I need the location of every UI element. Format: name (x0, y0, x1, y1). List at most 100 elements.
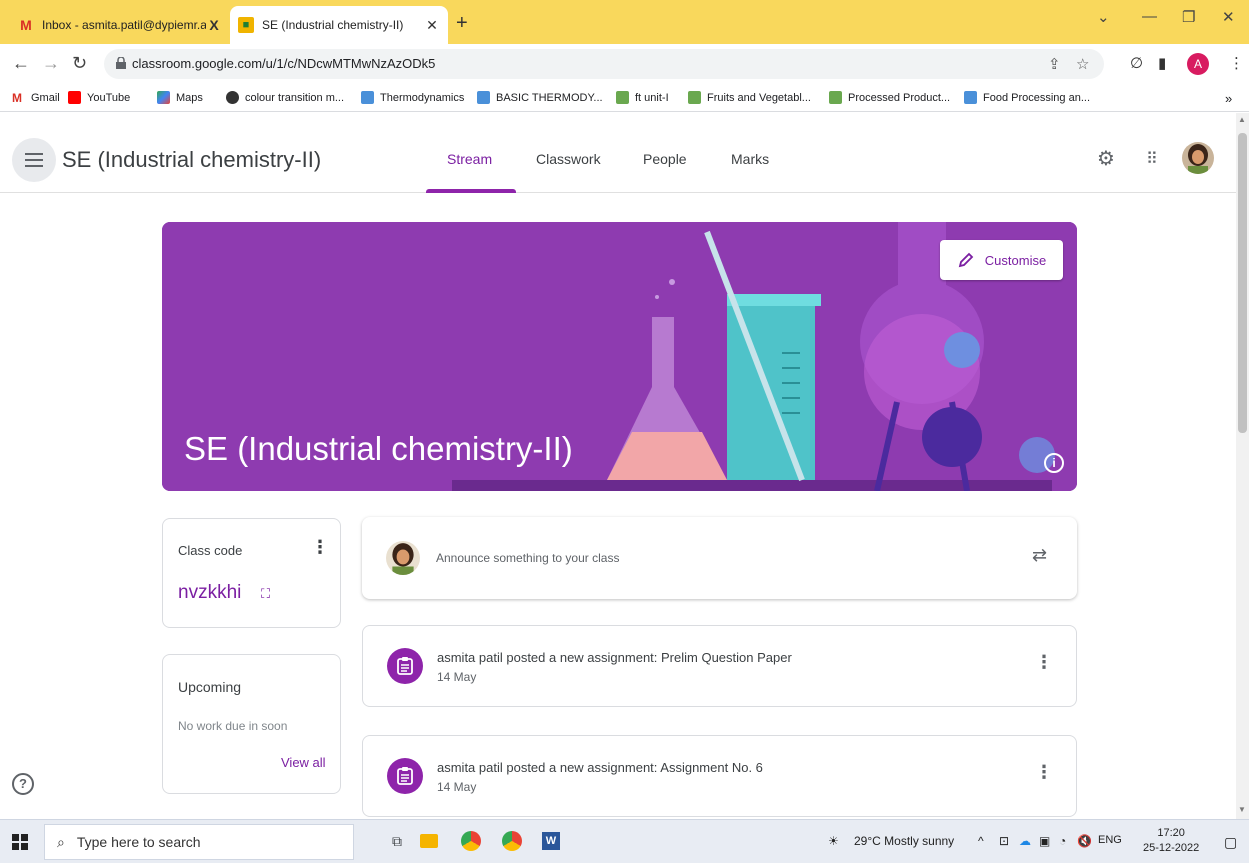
tab-title: Inbox - asmita.patil@dypiemr.ac (42, 18, 206, 32)
side-panel-icon[interactable]: ▮ (1158, 54, 1166, 72)
bookmark-food-processing[interactable]: Food Processing an... (964, 91, 1090, 104)
page-scrollbar[interactable]: ▲ ▼ (1236, 113, 1249, 819)
bookmarks-overflow[interactable]: » (1225, 91, 1232, 106)
classroom-icon (829, 91, 842, 104)
show-hidden-icons[interactable]: ^ (978, 834, 984, 848)
fullscreen-icon[interactable]: ⛶ (261, 586, 270, 602)
windows-taskbar: ⌕ Type here to search ⧉ W ☀ 29°C Mostly … (0, 819, 1249, 863)
announce-placeholder[interactable]: Announce something to your class (436, 551, 619, 565)
browser-tab-gmail[interactable]: M Inbox - asmita.patil@dypiemr.ac X (10, 6, 230, 44)
tab-marks[interactable]: Marks (731, 151, 769, 167)
class-code-value: nvzkkhi (178, 582, 242, 603)
customise-button[interactable]: Customise (940, 240, 1063, 280)
new-tab-button[interactable]: + (456, 12, 468, 35)
share-icon[interactable]: ⇪ (1048, 55, 1061, 73)
bookmark-fruits[interactable]: Fruits and Vegetabl... (688, 91, 811, 104)
onedrive-icon[interactable]: ☁ (1019, 834, 1031, 848)
close-window-icon[interactable]: ✕ (1222, 8, 1235, 26)
tab-search-icon[interactable]: ⌄ (1097, 8, 1110, 26)
banner-title: SE (Industrial chemistry-II) (184, 430, 573, 467)
post-title: asmita patil posted a new assignment: As… (437, 760, 763, 775)
class-code-label: Class code (178, 543, 243, 558)
browser-tabstrip: M Inbox - asmita.patil@dypiemr.ac X ■ SE… (0, 0, 1249, 44)
wifi-icon[interactable]: ◔ (1059, 834, 1066, 848)
slides-icon (361, 91, 374, 104)
more-options-icon[interactable]: ⋮ (1035, 762, 1053, 783)
gmail-icon: M (12, 91, 22, 105)
bookmark-youtube[interactable]: YouTube (68, 91, 130, 104)
youtube-icon (68, 91, 81, 104)
more-options-icon[interactable]: ⋮ (1035, 652, 1053, 673)
taskbar-search-placeholder: Type here to search (76, 834, 201, 850)
stream-post[interactable]: asmita patil posted a new assignment: As… (362, 735, 1077, 817)
taskbar-search[interactable]: ⌕ Type here to search (44, 824, 354, 860)
bookmark-maps[interactable]: Maps (157, 91, 203, 104)
chrome-profile-icon[interactable] (499, 828, 525, 854)
bookmark-colour-transition[interactable]: colour transition m... (226, 91, 344, 104)
user-avatar (386, 541, 420, 575)
volume-muted-icon[interactable]: 🔇 (1077, 834, 1092, 848)
lock-icon (116, 57, 126, 69)
bookmark-basic-thermody[interactable]: BASIC THERMODY... (477, 91, 603, 104)
gmail-icon: M (20, 17, 32, 33)
weather-sun-icon[interactable]: ☀ (828, 834, 839, 848)
tab-classwork[interactable]: Classwork (536, 151, 601, 167)
tray-app-icon[interactable]: ⊡ (999, 834, 1009, 848)
classroom-icon (616, 91, 629, 104)
restore-icon[interactable]: ❐ (1182, 8, 1195, 26)
task-view-icon[interactable]: ⧉ (384, 828, 410, 854)
assignment-icon (387, 648, 423, 684)
language-indicator[interactable]: ENG (1098, 834, 1122, 846)
scroll-down-icon[interactable]: ▼ (1238, 805, 1246, 814)
bookmark-processed[interactable]: Processed Product... (829, 91, 950, 104)
bookmark-star-icon[interactable]: ☆ (1076, 55, 1089, 73)
post-date: 14 May (437, 780, 477, 794)
customise-label: Customise (984, 252, 1047, 268)
bookmark-ft-unit[interactable]: ft unit-I (616, 91, 669, 104)
announce-box[interactable]: Announce something to your class ⇄ (362, 517, 1077, 599)
minimize-icon[interactable]: — (1142, 8, 1157, 25)
profile-avatar[interactable]: A (1187, 53, 1209, 75)
assignment-icon (387, 758, 423, 794)
windows-start-icon[interactable] (12, 834, 28, 850)
more-options-icon[interactable]: ⋮ (311, 537, 329, 558)
scroll-up-icon[interactable]: ▲ (1238, 115, 1246, 124)
browser-menu-icon[interactable]: ⋮ (1229, 54, 1244, 72)
file-explorer-icon[interactable] (416, 828, 442, 854)
back-icon[interactable]: ← (12, 53, 30, 74)
scrollbar-thumb[interactable] (1238, 133, 1247, 433)
forward-icon[interactable]: → (42, 53, 60, 74)
tab-stream[interactable]: Stream (447, 151, 492, 167)
close-tab-icon[interactable]: X (206, 17, 222, 33)
classroom-icon (688, 91, 701, 104)
reuse-post-icon[interactable]: ⇄ (1032, 545, 1047, 566)
taskbar-clock[interactable]: 17:20 25-12-2022 (1143, 826, 1199, 856)
reload-icon[interactable]: ↻ (72, 53, 87, 74)
address-bar[interactable]: classroom.google.com/u/1/c/NDcwMTMwNzAzO… (104, 49, 1104, 79)
bookmark-thermodynamics[interactable]: Thermodynamics (361, 91, 464, 104)
weather-text[interactable]: 29°C Mostly sunny (854, 834, 954, 848)
main-menu-button[interactable] (12, 138, 56, 182)
account-avatar[interactable] (1182, 142, 1214, 174)
extension-icon[interactable]: ∅ (1130, 54, 1143, 72)
chrome-icon[interactable] (458, 828, 484, 854)
apps-grid-icon[interactable]: ⠿ (1146, 149, 1158, 169)
notifications-icon[interactable]: ▢ (1224, 834, 1237, 851)
stream-post[interactable]: asmita patil posted a new assignment: Pr… (362, 625, 1077, 707)
address-bar-row: ← → ↻ classroom.google.com/u/1/c/NDcwMTM… (0, 44, 1249, 84)
settings-gear-icon[interactable]: ⚙ (1097, 146, 1115, 171)
tab-title: SE (Industrial chemistry-II) (262, 18, 404, 32)
close-tab-icon[interactable]: ✕ (424, 17, 440, 34)
help-icon[interactable]: ? (12, 773, 34, 795)
tray-app-icon[interactable]: ▣ (1039, 834, 1050, 848)
url-text: classroom.google.com/u/1/c/NDcwMTMwNzAzO… (132, 56, 436, 71)
bookmark-gmail[interactable]: M Gmail (12, 91, 60, 105)
info-icon[interactable]: i (1044, 453, 1064, 473)
upcoming-card: Upcoming No work due in soon View all (162, 654, 341, 794)
tab-people[interactable]: People (643, 151, 687, 167)
view-all-link[interactable]: View all (281, 755, 326, 770)
browser-tab-classroom[interactable]: ■ SE (Industrial chemistry-II) ✕ (230, 6, 448, 44)
class-title[interactable]: SE (Industrial chemistry-II) (62, 147, 321, 173)
pencil-icon (958, 252, 974, 268)
word-icon[interactable]: W (538, 828, 564, 854)
